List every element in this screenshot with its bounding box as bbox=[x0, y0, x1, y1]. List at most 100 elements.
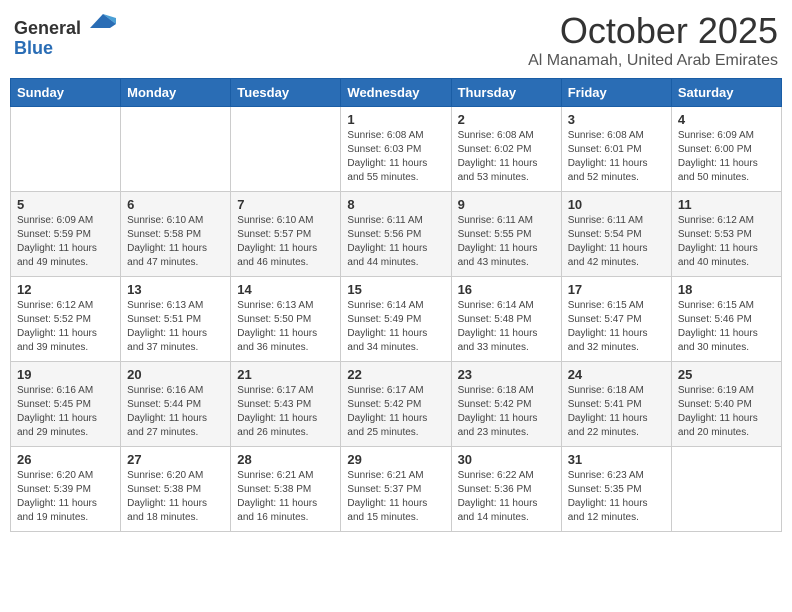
logo: General Blue bbox=[14, 10, 118, 59]
weekday-header-sunday: Sunday bbox=[11, 79, 121, 107]
weekday-header-monday: Monday bbox=[121, 79, 231, 107]
week-row-2: 5 Sunrise: 6:09 AM Sunset: 5:59 PM Daylig… bbox=[11, 192, 782, 277]
day-cell: 12 Sunrise: 6:12 AM Sunset: 5:52 PM Dayli… bbox=[11, 277, 121, 362]
day-info: Sunrise: 6:13 AM Sunset: 5:50 PM Dayligh… bbox=[237, 299, 334, 355]
day-number: 12 bbox=[17, 282, 114, 297]
day-info: Sunrise: 6:16 AM Sunset: 5:44 PM Dayligh… bbox=[127, 384, 224, 440]
day-cell bbox=[121, 107, 231, 192]
day-info: Sunrise: 6:23 AM Sunset: 5:35 PM Dayligh… bbox=[568, 469, 665, 525]
day-cell: 17 Sunrise: 6:15 AM Sunset: 5:47 PM Dayli… bbox=[561, 277, 671, 362]
day-number: 25 bbox=[678, 367, 775, 382]
day-info: Sunrise: 6:15 AM Sunset: 5:46 PM Dayligh… bbox=[678, 299, 775, 355]
day-number: 30 bbox=[458, 452, 555, 467]
week-row-1: 1 Sunrise: 6:08 AM Sunset: 6:03 PM Daylig… bbox=[11, 107, 782, 192]
day-cell bbox=[671, 447, 781, 532]
day-cell: 20 Sunrise: 6:16 AM Sunset: 5:44 PM Dayli… bbox=[121, 362, 231, 447]
day-cell: 21 Sunrise: 6:17 AM Sunset: 5:43 PM Dayli… bbox=[231, 362, 341, 447]
day-number: 22 bbox=[347, 367, 444, 382]
day-info: Sunrise: 6:11 AM Sunset: 5:55 PM Dayligh… bbox=[458, 214, 555, 270]
day-number: 19 bbox=[17, 367, 114, 382]
day-info: Sunrise: 6:08 AM Sunset: 6:03 PM Dayligh… bbox=[347, 129, 444, 185]
day-info: Sunrise: 6:18 AM Sunset: 5:42 PM Dayligh… bbox=[458, 384, 555, 440]
page-header: General Blue October 2025 Al Manamah, Un… bbox=[10, 10, 782, 70]
weekday-header-saturday: Saturday bbox=[671, 79, 781, 107]
day-cell: 5 Sunrise: 6:09 AM Sunset: 5:59 PM Daylig… bbox=[11, 192, 121, 277]
day-cell: 29 Sunrise: 6:21 AM Sunset: 5:37 PM Dayli… bbox=[341, 447, 451, 532]
day-info: Sunrise: 6:13 AM Sunset: 5:51 PM Dayligh… bbox=[127, 299, 224, 355]
day-number: 2 bbox=[458, 112, 555, 127]
day-number: 26 bbox=[17, 452, 114, 467]
logo-blue-text: Blue bbox=[14, 38, 53, 58]
logo-general-text: General bbox=[14, 18, 81, 38]
day-info: Sunrise: 6:22 AM Sunset: 5:36 PM Dayligh… bbox=[458, 469, 555, 525]
day-number: 28 bbox=[237, 452, 334, 467]
day-number: 11 bbox=[678, 197, 775, 212]
day-info: Sunrise: 6:18 AM Sunset: 5:41 PM Dayligh… bbox=[568, 384, 665, 440]
day-number: 24 bbox=[568, 367, 665, 382]
day-info: Sunrise: 6:17 AM Sunset: 5:42 PM Dayligh… bbox=[347, 384, 444, 440]
day-info: Sunrise: 6:12 AM Sunset: 5:52 PM Dayligh… bbox=[17, 299, 114, 355]
day-number: 8 bbox=[347, 197, 444, 212]
day-info: Sunrise: 6:19 AM Sunset: 5:40 PM Dayligh… bbox=[678, 384, 775, 440]
day-cell: 6Sunrise: 6:10 AM Sunset: 5:58 PM Daylig… bbox=[121, 192, 231, 277]
day-cell: 9Sunrise: 6:11 AM Sunset: 5:55 PM Daylig… bbox=[451, 192, 561, 277]
day-cell: 19 Sunrise: 6:16 AM Sunset: 5:45 PM Dayli… bbox=[11, 362, 121, 447]
day-number: 4 bbox=[678, 112, 775, 127]
day-cell bbox=[231, 107, 341, 192]
weekday-header-friday: Friday bbox=[561, 79, 671, 107]
day-info: Sunrise: 6:15 AM Sunset: 5:47 PM Dayligh… bbox=[568, 299, 665, 355]
day-info: Sunrise: 6:08 AM Sunset: 6:01 PM Dayligh… bbox=[568, 129, 665, 185]
day-number: 14 bbox=[237, 282, 334, 297]
day-info: Sunrise: 6:09 AM Sunset: 5:59 PM Dayligh… bbox=[17, 214, 114, 270]
day-number: 17 bbox=[568, 282, 665, 297]
day-number: 3 bbox=[568, 112, 665, 127]
day-info: Sunrise: 6:09 AM Sunset: 6:00 PM Dayligh… bbox=[678, 129, 775, 185]
week-row-3: 12 Sunrise: 6:12 AM Sunset: 5:52 PM Dayli… bbox=[11, 277, 782, 362]
day-info: Sunrise: 6:20 AM Sunset: 5:39 PM Dayligh… bbox=[17, 469, 114, 525]
day-info: Sunrise: 6:21 AM Sunset: 5:38 PM Dayligh… bbox=[237, 469, 334, 525]
day-cell: 18Sunrise: 6:15 AM Sunset: 5:46 PM Dayli… bbox=[671, 277, 781, 362]
day-number: 29 bbox=[347, 452, 444, 467]
day-number: 21 bbox=[237, 367, 334, 382]
day-cell: 8 Sunrise: 6:11 AM Sunset: 5:56 PM Daylig… bbox=[341, 192, 451, 277]
day-cell: 14 Sunrise: 6:13 AM Sunset: 5:50 PM Dayli… bbox=[231, 277, 341, 362]
day-info: Sunrise: 6:14 AM Sunset: 5:48 PM Dayligh… bbox=[458, 299, 555, 355]
day-cell: 31 Sunrise: 6:23 AM Sunset: 5:35 PM Dayli… bbox=[561, 447, 671, 532]
day-info: Sunrise: 6:16 AM Sunset: 5:45 PM Dayligh… bbox=[17, 384, 114, 440]
day-cell: 25 Sunrise: 6:19 AM Sunset: 5:40 PM Dayli… bbox=[671, 362, 781, 447]
day-number: 16 bbox=[458, 282, 555, 297]
day-cell: 16 Sunrise: 6:14 AM Sunset: 5:48 PM Dayli… bbox=[451, 277, 561, 362]
day-info: Sunrise: 6:17 AM Sunset: 5:43 PM Dayligh… bbox=[237, 384, 334, 440]
day-number: 13 bbox=[127, 282, 224, 297]
weekday-header-thursday: Thursday bbox=[451, 79, 561, 107]
day-number: 27 bbox=[127, 452, 224, 467]
day-number: 31 bbox=[568, 452, 665, 467]
day-cell: 23 Sunrise: 6:18 AM Sunset: 5:42 PM Dayli… bbox=[451, 362, 561, 447]
day-cell: 11Sunrise: 6:12 AM Sunset: 5:53 PM Dayli… bbox=[671, 192, 781, 277]
day-info: Sunrise: 6:10 AM Sunset: 5:58 PM Dayligh… bbox=[127, 214, 224, 270]
day-info: Sunrise: 6:21 AM Sunset: 5:37 PM Dayligh… bbox=[347, 469, 444, 525]
day-number: 23 bbox=[458, 367, 555, 382]
day-cell: 4 Sunrise: 6:09 AM Sunset: 6:00 PM Daylig… bbox=[671, 107, 781, 192]
day-cell: 30 Sunrise: 6:22 AM Sunset: 5:36 PM Dayli… bbox=[451, 447, 561, 532]
day-cell: 10 Sunrise: 6:11 AM Sunset: 5:54 PM Dayli… bbox=[561, 192, 671, 277]
day-cell: 24 Sunrise: 6:18 AM Sunset: 5:41 PM Dayli… bbox=[561, 362, 671, 447]
day-info: Sunrise: 6:11 AM Sunset: 5:54 PM Dayligh… bbox=[568, 214, 665, 270]
day-cell: 2Sunrise: 6:08 AM Sunset: 6:02 PM Daylig… bbox=[451, 107, 561, 192]
day-info: Sunrise: 6:20 AM Sunset: 5:38 PM Dayligh… bbox=[127, 469, 224, 525]
day-info: Sunrise: 6:11 AM Sunset: 5:56 PM Dayligh… bbox=[347, 214, 444, 270]
day-info: Sunrise: 6:10 AM Sunset: 5:57 PM Dayligh… bbox=[237, 214, 334, 270]
title-block: October 2025 Al Manamah, United Arab Emi… bbox=[528, 10, 778, 70]
month-title: October 2025 bbox=[528, 10, 778, 52]
day-number: 1 bbox=[347, 112, 444, 127]
day-number: 5 bbox=[17, 197, 114, 212]
weekday-header-tuesday: Tuesday bbox=[231, 79, 341, 107]
logo-icon bbox=[88, 10, 118, 34]
day-cell: 7Sunrise: 6:10 AM Sunset: 5:57 PM Daylig… bbox=[231, 192, 341, 277]
day-number: 15 bbox=[347, 282, 444, 297]
calendar-table: SundayMondayTuesdayWednesdayThursdayFrid… bbox=[10, 78, 782, 532]
day-number: 20 bbox=[127, 367, 224, 382]
day-number: 10 bbox=[568, 197, 665, 212]
weekday-header-wednesday: Wednesday bbox=[341, 79, 451, 107]
location-subtitle: Al Manamah, United Arab Emirates bbox=[528, 52, 778, 70]
